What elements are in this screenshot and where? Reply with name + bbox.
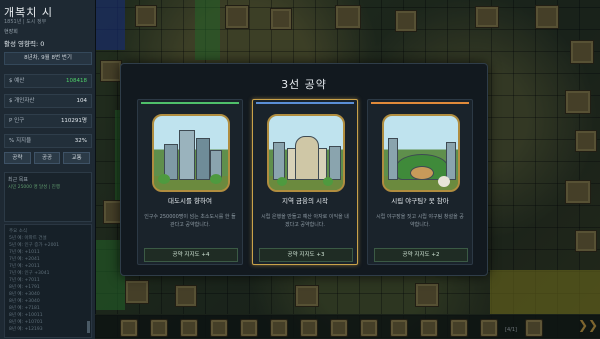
news-log[interactable]: 주요 소식 5년 예: 아파트 건설 5년 예: 인구 증가 +2001 7년 … [4,224,92,338]
card-description: 시립 은행을 만들고 예산 아자로 이익을 내겠다고 공약합니다. [261,214,349,228]
pledge-support-button[interactable]: 공약 지지도 +4 [144,248,238,262]
skyscraper-city-icon [152,114,230,192]
stat-value: 32% [74,138,87,144]
pledge-card-finance[interactable]: 지역 금융의 시작 시립 은행을 만들고 예산 아자로 이익을 내겠다고 공약합… [252,99,358,265]
date-display: 8년차, 9월 8번 번기 [4,52,92,65]
pledge-support-button[interactable]: 공약 지지도 +3 [259,248,353,262]
art-building [295,136,319,180]
modal-title: 3선 공약 [281,78,327,91]
category-buttons: 공략 공공 교통 [4,152,91,164]
pledge-card-baseball[interactable]: 시립 야구팀? 못 참아 시립 야구장을 짓고 시립 야구팀 창설을 공약합니다… [367,99,473,265]
log-line: 8년 예: +10011 [9,313,43,318]
art-tree [323,177,333,186]
log-line: 5년 예: 아파트 건설 [9,236,47,241]
art-building [196,138,210,180]
card-title: 대도시를 향하여 [168,197,212,205]
pledge-card-metropolis[interactable]: 대도시를 향하여 인구수 250000명이 넘는 초소도시를 한 들관다고 공약… [137,99,243,265]
influence-label: 활성 영향력: 0 [4,40,45,48]
stat-value: 108418 [66,78,87,84]
goal-box: 최근 목표 시민 25000 명 달성 | 진행 [4,172,92,222]
stat-value: 104 [76,98,88,104]
art-tree [158,174,170,184]
card-accent-bar [371,102,469,104]
log-line: 8년 예: +12193 [9,327,43,332]
card-description: 시립 야구장을 짓고 시립 야구팀 창설을 공약합니다. [376,214,464,228]
log-scrollbar[interactable] [87,321,90,333]
log-line: 8년 예: +7181 [9,306,40,311]
pledge-support-button[interactable]: 공약 지지도 +2 [374,248,468,262]
art-baseball [438,176,450,187]
card-description: 인구수 250000명이 넘는 초소도시를 한 들관다고 공약합니다. [144,214,236,228]
art-tree [210,174,222,184]
log-line: 7년 예: 인구 +3041 [9,271,50,276]
stat-population: P 인구 110291명 [4,114,92,128]
stat-budget: $ 예산 108418 [4,74,92,88]
stat-approval: % 지지율 32% [4,134,92,148]
art-building [446,142,456,180]
stat-label: $ 예산 [9,78,25,84]
log-line: 7년 예: +1011 [9,250,40,255]
art-building [388,138,398,180]
log-line: 7년 예: +2011 [9,264,40,269]
log-line: 7년 예: +2041 [9,257,40,262]
art-tree [277,177,287,186]
pledge-button[interactable]: 공략 [4,152,31,164]
card-accent-bar [141,102,239,104]
bank-building-icon [267,114,345,192]
stat-label: P 인구 [9,118,25,124]
log-line: 8년 예: +3040 [9,299,40,304]
stat-value: 110291명 [60,118,87,124]
stat-label: $ 개인자산 [9,98,35,104]
log-line: 8년 예: +10701 [9,320,43,325]
art-building [329,146,341,180]
card-accent-bar [256,102,354,104]
goal-title: 최근 목표 [8,177,28,183]
log-line: 주요 소식 [9,229,27,234]
card-title: 시립 야구팀? 못 참아 [391,197,449,205]
pledge-modal: 3선 공약 대도시를 향하여 인구수 250000명이 넘는 초소도시를 한 들… [120,63,488,276]
city-status-panel: 개복치 시 1851년 | 도시 정부 현장회 활성 영향력: 0 8년차, 9… [0,0,96,338]
city-subtitle: 1851년 | 도시 정부 [4,19,47,25]
transport-button[interactable]: 교통 [63,152,91,164]
stat-private-assets: $ 개인자산 104 [4,94,92,108]
public-button[interactable]: 공공 [33,152,61,164]
stat-label: % 지지율 [9,138,32,144]
art-building [273,142,285,180]
art-building [179,130,195,180]
turn-label: 현장회 [4,29,18,35]
log-line: 8년 예: +1791 [9,285,40,290]
log-line: 7년 예: +7011 [9,278,40,283]
art-building [410,166,434,180]
goal-line: 시민 25000 명 달성 | 진행 [8,185,60,190]
log-line: 8년 예: +3040 [9,292,40,297]
baseball-stadium-icon [382,114,460,192]
log-line: 5년 예: 인구 증가 +2001 [9,243,60,248]
card-title: 지역 금융의 시작 [282,197,328,205]
